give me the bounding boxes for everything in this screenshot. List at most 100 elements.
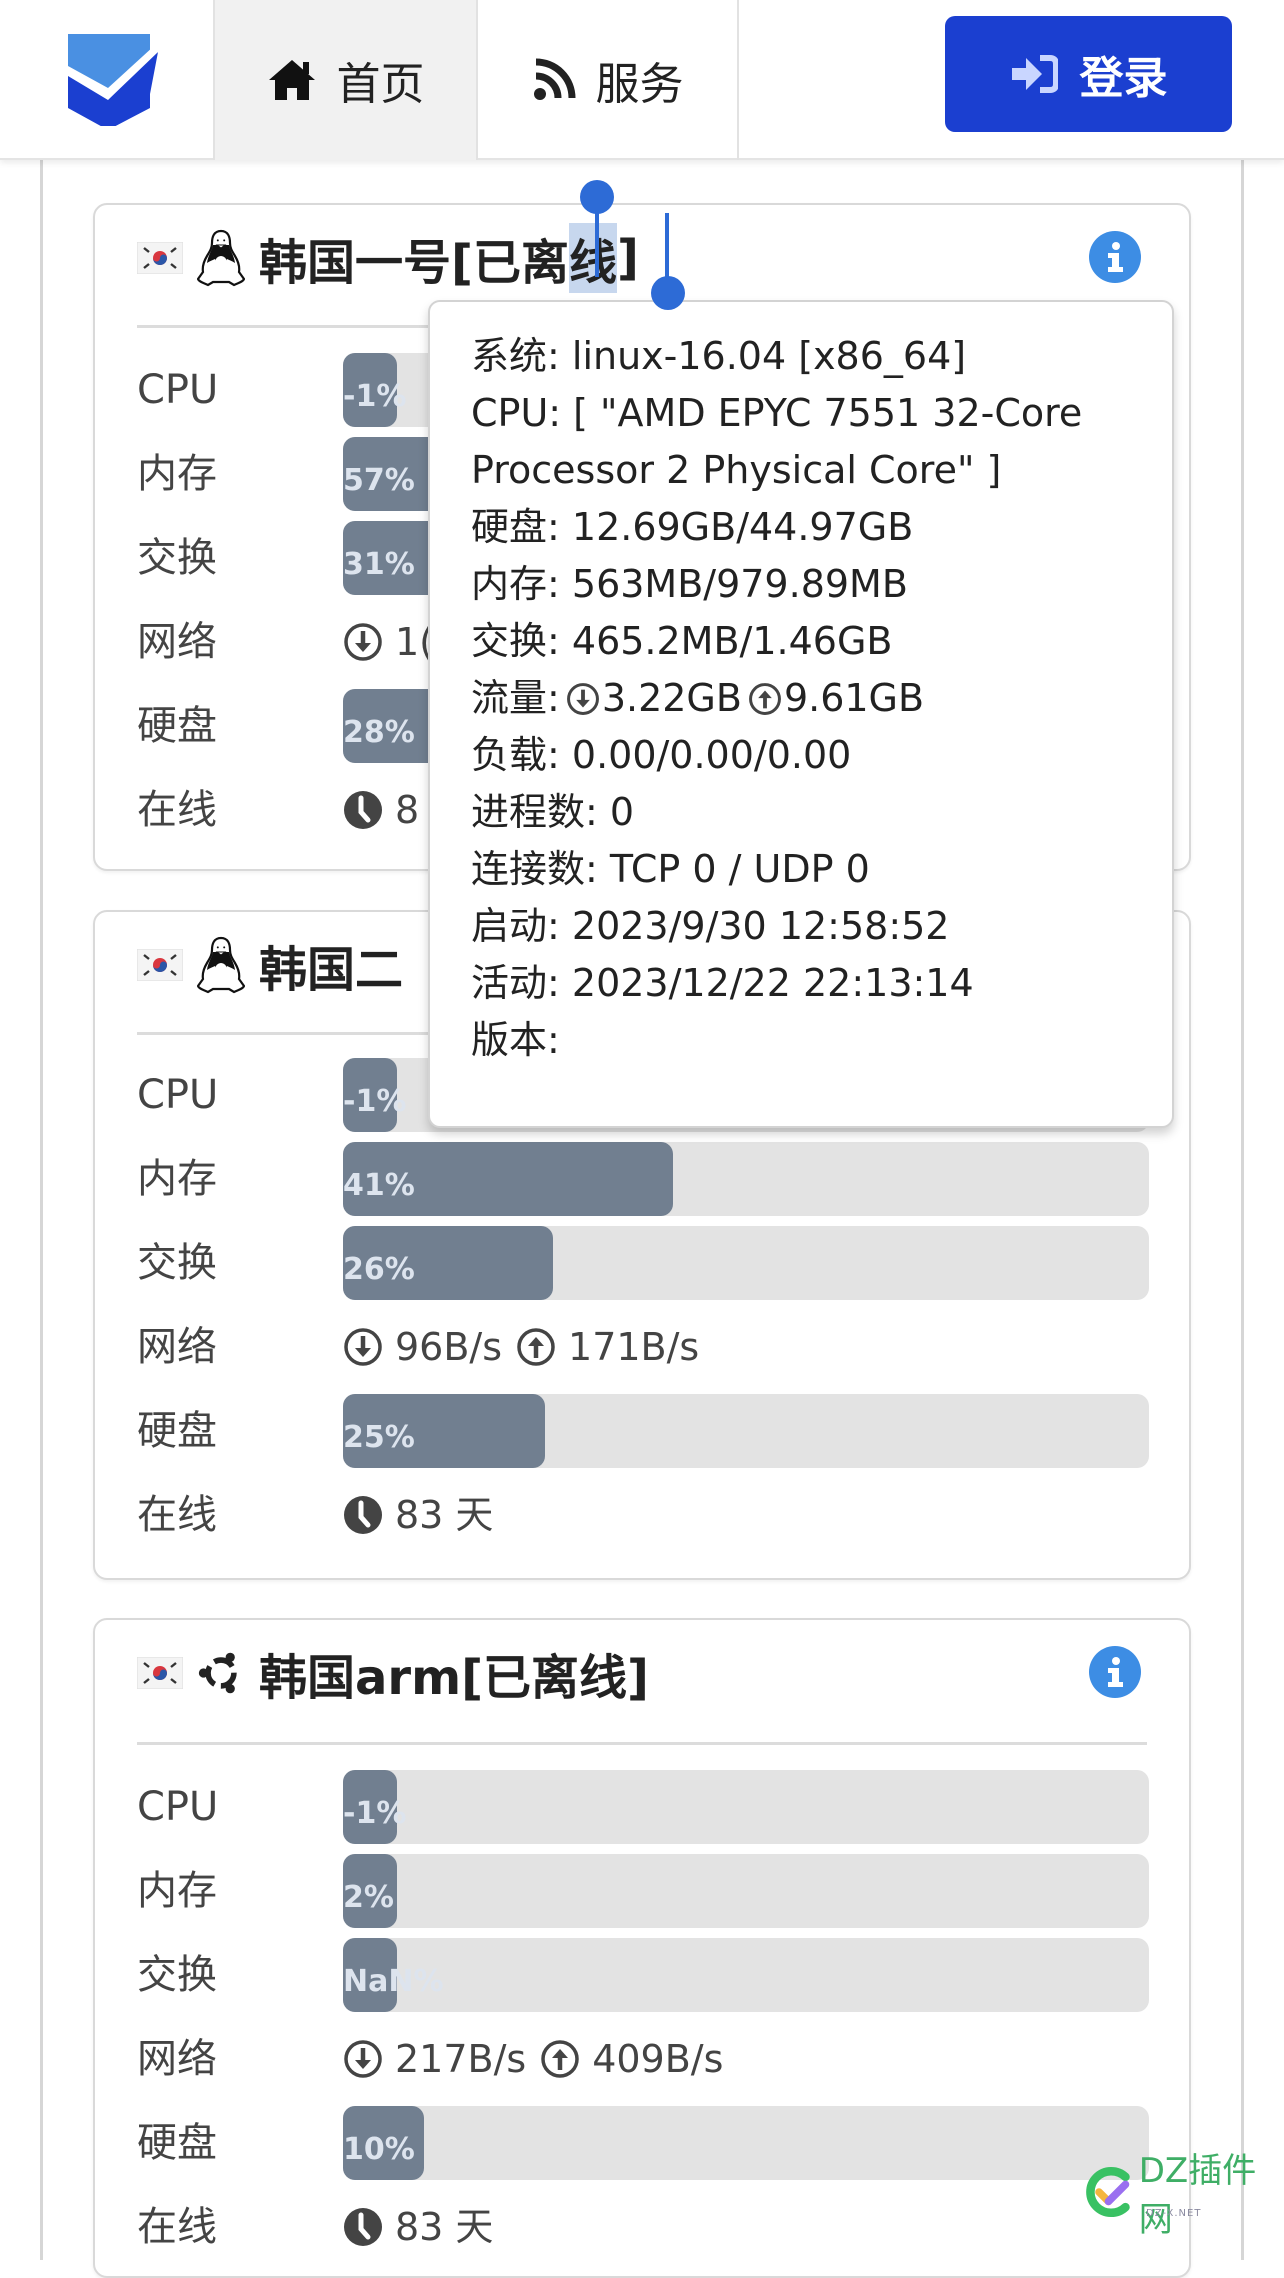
server-title: 韩国二 xyxy=(137,930,403,1000)
popover-line: 进程数: 0 xyxy=(471,784,1172,841)
popover-line: 硬盘: 12.69GB/44.97GB xyxy=(471,499,1172,556)
uptime-value: 83 天 xyxy=(395,1493,494,1537)
net-up-value: 171B/s xyxy=(568,1325,700,1369)
popover-key: CPU: xyxy=(471,391,562,435)
popover-line: CPU: [ "AMD EPYC 7551 32-Core xyxy=(471,385,1172,442)
swap-label: 交换 xyxy=(137,1952,217,1998)
popover-key: 负载: xyxy=(471,733,560,777)
download-icon xyxy=(343,2039,383,2079)
popover-line: 流量: 3.22GB 9.61GB xyxy=(471,670,1172,727)
watermark: DZ插件网 DZ-X.NET xyxy=(1082,2151,1282,2240)
mem-row: 内存 41% xyxy=(137,1142,1149,1216)
popover-value: [ "AMD EPYC 7551 32-Core xyxy=(561,391,1083,435)
swap-row: 交换 26% xyxy=(137,1226,1149,1300)
popover-key: 进程数: xyxy=(471,790,598,834)
download-icon xyxy=(343,1327,383,1367)
online-label: 在线 xyxy=(137,2204,217,2250)
cpu-progress-bar: -1% xyxy=(343,1770,1149,1844)
server-title-text[interactable]: 韩国arm[已离线] xyxy=(259,1638,649,1708)
info-button[interactable] xyxy=(1089,231,1141,283)
cpu-percent: -1% xyxy=(343,1796,407,1831)
popover-key: 流量: xyxy=(471,676,560,720)
net-label: 网络 xyxy=(137,1324,217,1370)
swap-percent: NaN% xyxy=(343,1964,444,1999)
rss-icon xyxy=(532,58,576,102)
net-up-value: 409B/s xyxy=(592,2037,724,2081)
korea-flag-icon xyxy=(137,949,183,981)
korea-flag-icon xyxy=(137,242,183,274)
swap-percent: 26% xyxy=(343,1252,415,1287)
popover-key: 系统: xyxy=(471,334,560,378)
popover-key: 连接数: xyxy=(471,847,598,891)
popover-line: 活动: 2023/12/22 22:13:14 xyxy=(471,955,1172,1012)
popover-key: 活动: xyxy=(471,961,560,1005)
clock-icon xyxy=(343,790,383,830)
server-title-text[interactable]: 韩国一号[已离 xyxy=(259,223,569,293)
disk-label: 硬盘 xyxy=(137,2120,217,2166)
popover-line: Processor 2 Physical Core" ] xyxy=(471,442,1172,499)
info-icon xyxy=(1108,1657,1123,1687)
login-button[interactable]: 登录 xyxy=(945,16,1232,132)
server-info-popover: 系统: linux-16.04 [x86_64] CPU: [ "AMD EPYC… xyxy=(428,300,1174,1128)
server-title: 韩国arm[已离线] xyxy=(137,1638,649,1708)
linux-tux-icon xyxy=(197,229,245,287)
info-button[interactable] xyxy=(1089,1646,1141,1698)
upload-icon xyxy=(540,2039,580,2079)
ubuntu-icon xyxy=(197,1644,245,1702)
popover-key: 硬盘: xyxy=(471,505,560,549)
nav-home-label: 首页 xyxy=(336,59,425,110)
clock-icon xyxy=(343,2207,383,2247)
server-card: 韩国arm[已离线] CPU -1% 内存 2% 交换 NaN% 网络 217B… xyxy=(93,1618,1191,2278)
mem-label: 内存 xyxy=(137,1868,217,1914)
swap-progress-bar: NaN% xyxy=(343,1938,1149,2012)
mem-progress-bar: 2% xyxy=(343,1854,1149,1928)
upload-icon xyxy=(516,1327,556,1367)
net-row: 网络 96B/s 171B/s xyxy=(137,1310,1149,1384)
popover-value: TCP 0 / UDP 0 xyxy=(597,847,870,891)
popover-value: 2023/12/22 22:13:14 xyxy=(559,961,974,1005)
selection-end-handle[interactable] xyxy=(651,276,685,310)
net-row: 网络 217B/s 409B/s xyxy=(137,2022,1149,2096)
traffic-down-icon xyxy=(566,682,600,716)
swap-label: 交换 xyxy=(137,535,217,581)
cpu-label: CPU xyxy=(137,367,219,413)
traffic-down-value: 3.22GB xyxy=(601,676,742,720)
popover-key: 交换: xyxy=(471,619,560,663)
swap-progress-bar: 26% xyxy=(343,1226,1149,1300)
top-navbar: 首页 服务 登录 xyxy=(0,0,1284,160)
disk-progress-bar: 10% xyxy=(343,2106,1149,2180)
swap-percent: 31% xyxy=(343,547,415,582)
korea-flag-icon xyxy=(137,1657,183,1689)
swap-row: 交换 NaN% xyxy=(137,1938,1149,2012)
popover-value: Processor 2 Physical Core" ] xyxy=(471,448,1002,492)
nav-spacer xyxy=(737,0,894,160)
popover-line: 内存: 563MB/979.89MB xyxy=(471,556,1172,613)
popover-line: 版本: xyxy=(471,1012,1172,1069)
net-label: 网络 xyxy=(137,619,217,665)
popover-value: 563MB/979.89MB xyxy=(559,562,908,606)
home-icon xyxy=(267,58,317,102)
popover-value: 12.69GB/44.97GB xyxy=(559,505,914,549)
clock-icon xyxy=(343,1495,383,1535)
popover-key: 启动: xyxy=(471,904,560,948)
mem-percent: 41% xyxy=(343,1168,415,1203)
online-row: 在线 83 天 xyxy=(137,1478,1149,1552)
mem-percent: 57% xyxy=(343,463,415,498)
nav-home[interactable]: 首页 xyxy=(213,0,476,160)
server-title-suffix: ] xyxy=(616,230,639,286)
uptime: 83 天 xyxy=(343,1478,493,1552)
net-speed: 96B/s 171B/s xyxy=(343,1310,699,1384)
disk-percent: 25% xyxy=(343,1420,415,1455)
popover-value: 465.2MB/1.46GB xyxy=(559,619,893,663)
popover-value: 2023/9/30 12:58:52 xyxy=(559,904,950,948)
nav-service[interactable]: 服务 xyxy=(476,0,737,160)
popover-line: 启动: 2023/9/30 12:58:52 xyxy=(471,898,1172,955)
disk-label: 硬盘 xyxy=(137,703,217,749)
mem-percent: 2% xyxy=(343,1880,394,1915)
selected-text[interactable]: 线 xyxy=(568,223,617,293)
card-divider xyxy=(137,1742,1147,1745)
site-logo[interactable] xyxy=(62,26,158,130)
server-title-text[interactable]: 韩国二 xyxy=(259,930,403,1000)
disk-label: 硬盘 xyxy=(137,1408,217,1454)
popover-value: linux-16.04 [x86_64] xyxy=(559,334,967,378)
